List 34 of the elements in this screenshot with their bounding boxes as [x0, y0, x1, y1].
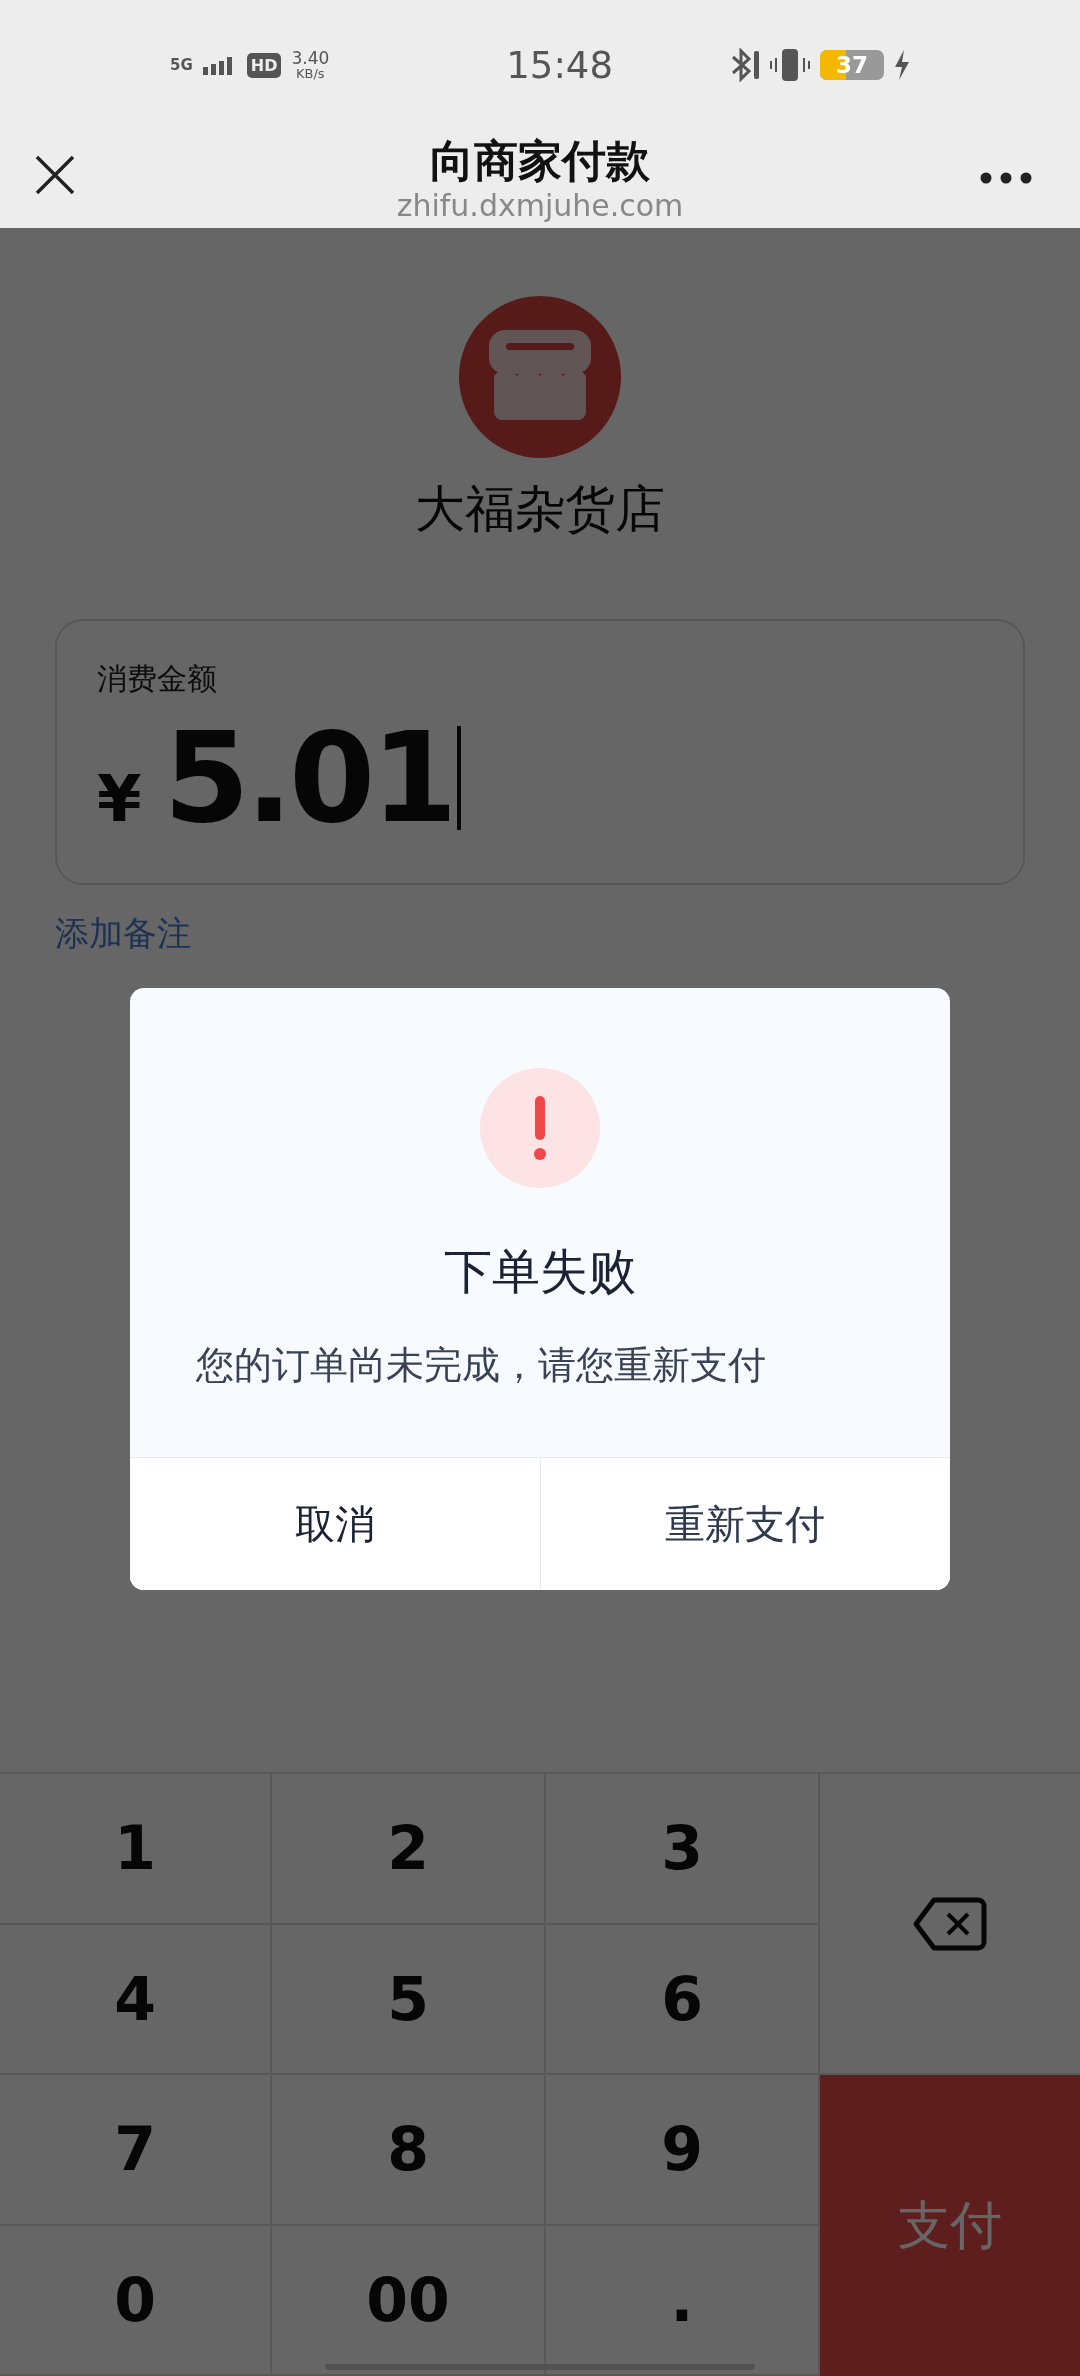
network-speed: 3.40 — [291, 50, 330, 67]
keypad-key[interactable]: 2 — [272, 1774, 546, 1925]
more-icon[interactable] — [980, 172, 1032, 184]
charging-icon — [894, 50, 910, 80]
page-url: zhifu.dxmjuhe.com — [396, 187, 684, 223]
store-name: 大福杂货店 — [415, 479, 665, 540]
backspace-icon — [912, 1895, 988, 1952]
vibrate-icon — [770, 48, 810, 82]
amount-field[interactable]: 消费金额 ¥ 5.01 — [55, 619, 1025, 885]
keypad-key[interactable]: 1 — [0, 1774, 272, 1925]
pay-button[interactable]: 支付 — [820, 2075, 1080, 2376]
dialog-message: 您的订单尚未完成，请您重新支付 — [196, 1342, 766, 1389]
bluetooth-icon — [730, 48, 760, 82]
keypad-key[interactable]: . — [546, 2225, 820, 2376]
status-time: 15:48 — [506, 43, 613, 87]
dialog-title: 下单失败 — [444, 1242, 636, 1301]
keypad-key[interactable]: 8 — [272, 2075, 546, 2226]
keypad-key[interactable]: 9 — [546, 2075, 820, 2226]
keypad-key[interactable]: 5 — [272, 1924, 546, 2075]
keypad-key[interactable]: 4 — [0, 1924, 272, 2075]
dialog-button[interactable]: 重新支付 — [539, 1458, 950, 1590]
keypad-key[interactable]: 00 — [272, 2225, 546, 2376]
keypad-key[interactable]: 0 — [0, 2225, 272, 2376]
hd-badge: HD — [246, 52, 282, 78]
store-logo-icon — [459, 296, 621, 458]
network-type: 5G — [170, 56, 193, 74]
speed-unit: KB/s — [296, 67, 325, 80]
keypad-key[interactable]: 7 — [0, 2075, 272, 2226]
warning-icon — [480, 1068, 600, 1188]
add-note-link[interactable]: 添加备注 — [55, 911, 191, 957]
close-icon[interactable] — [35, 155, 75, 195]
keypad-key[interactable]: 3 — [546, 1774, 820, 1925]
keypad-key[interactable]: 6 — [546, 1924, 820, 2075]
page-title: 向商家付款 — [430, 135, 650, 188]
